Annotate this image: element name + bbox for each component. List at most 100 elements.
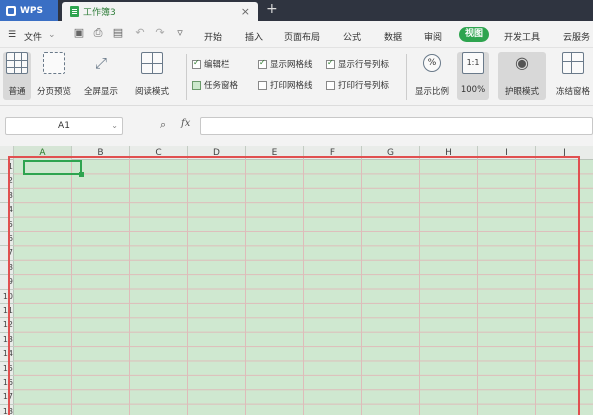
column-header-d[interactable]: D [188,146,246,160]
wps-logo-icon [6,5,16,16]
customize-dropdown-icon[interactable]: ▿ [174,27,186,39]
name-box[interactable]: A1 ⌄ [5,117,123,135]
freeze-panes-button[interactable]: 冻结窗格 [553,52,593,100]
document-tab[interactable]: 工作簿3 × [62,2,258,21]
row-header-10[interactable]: 10 [0,290,14,304]
column-header-e[interactable]: E [246,146,304,160]
ribbon-divider [186,54,187,100]
title-bar: WPS 工作簿3 × + [0,0,593,21]
task-pane-label: 任务窗格 [204,81,239,91]
print-gridlines-checkbox[interactable]: 打印网格线 [258,79,313,91]
tab-view[interactable]: 视图 [459,27,489,42]
ribbon-divider [406,54,407,100]
row-header-1[interactable]: 1 [0,160,14,175]
normal-view-icon [6,52,28,74]
checkbox-checked-icon [326,58,335,69]
column-headers: ABCDEFGHIJ [0,146,593,160]
show-gridlines-label: 显示网格线 [270,60,313,70]
file-menu[interactable]: 文件 [24,30,42,43]
formula-bar-label: 编辑栏 [204,60,230,70]
column-header-c[interactable]: C [130,146,188,160]
print-headings-checkbox[interactable]: 打印行号列标 [326,79,389,91]
view-ribbon: 普通 分页预览 ⤢ 全屏显示 阅读模式 编辑栏 任务窗格 显示网格线 打印网格线… [0,48,593,106]
wps-app-label: WPS [20,5,44,16]
page-break-preview-icon [43,52,65,74]
undo-icon[interactable]: ↶ [134,27,146,39]
row-header-18[interactable]: 18 [0,405,14,415]
row-header-3[interactable]: 3 [0,189,14,204]
row-headers: 1 2 3 4 5 6 7 8 9 10 11 12 13 14 15 16 17 18 [0,160,14,415]
full-screen-button[interactable]: ⤢ 全屏显示 [81,52,121,100]
column-header-b[interactable]: B [72,146,130,160]
redo-icon[interactable]: ↷ [154,27,166,39]
page-break-preview-label: 分页预览 [36,87,71,97]
eye-protection-button[interactable]: ◉ 护眼模式 [498,52,546,100]
zoom-search-icon[interactable]: ⌕ [160,118,166,132]
wps-home-tab[interactable]: WPS [0,0,58,21]
row-header-12[interactable]: 12 [0,318,14,333]
zoom-ratio-button[interactable]: % 显示比例 [410,52,454,100]
show-gridlines-checkbox[interactable]: 显示网格线 [258,58,313,70]
print-gridlines-label: 打印网格线 [270,81,313,91]
page-break-preview-button[interactable]: 分页预览 [35,52,73,100]
checkbox-unchecked-icon [326,80,335,90]
row-header-17[interactable]: 17 [0,390,14,405]
row-header-9[interactable]: 9 [0,275,14,290]
normal-view-button[interactable]: 普通 [3,52,31,100]
row-header-13[interactable]: 13 [0,333,14,348]
insert-function-icon[interactable]: fx [181,118,190,129]
tab-insert[interactable]: 插入 [245,30,263,43]
tab-formulas[interactable]: 公式 [343,30,361,43]
row-header-2[interactable]: 2 [0,174,14,189]
checkbox-checked-icon [192,58,201,69]
print-headings-label: 打印行号列标 [338,81,390,91]
new-tab-button[interactable]: + [266,1,278,17]
row-header-15[interactable]: 15 [0,362,14,376]
eye-icon: ◉ [515,53,529,72]
column-header-h[interactable]: H [420,146,478,160]
tab-developer[interactable]: 开发工具 [504,30,540,43]
tab-cloud-service[interactable]: 云服务 [563,30,590,43]
checkbox-checked-icon [258,58,267,69]
formula-bar-checkbox[interactable]: 编辑栏 [192,58,230,70]
row-header-7[interactable]: 7 [0,246,14,261]
name-box-dropdown-icon[interactable]: ⌄ [111,118,118,134]
spreadsheet-grid[interactable]: ABCDEFGHIJ 1 2 3 4 5 6 7 8 9 10 11 12 13 14 15 16 17 18 [0,146,593,415]
print-preview-icon[interactable]: ▤ [112,27,124,39]
column-header-j[interactable]: J [536,146,593,160]
tab-page-layout[interactable]: 页面布局 [284,30,320,43]
column-header-g[interactable]: G [362,146,420,160]
select-all-corner[interactable] [0,146,14,160]
column-header-i[interactable]: I [478,146,536,160]
document-tab-label: 工作簿3 [83,8,116,18]
file-dropdown-icon[interactable]: ⌄ [48,30,56,40]
freeze-panes-label: 冻结窗格 [555,87,590,97]
tab-review[interactable]: 审阅 [424,30,442,43]
row-header-14[interactable]: 14 [0,347,14,362]
row-header-16[interactable]: 16 [0,376,14,391]
row-header-8[interactable]: 8 [0,261,14,276]
tab-data[interactable]: 数据 [384,30,402,43]
close-tab-icon[interactable]: × [241,5,250,18]
tab-home[interactable]: 开始 [204,30,222,43]
row-header-4[interactable]: 4 [0,203,14,218]
active-cell[interactable] [23,160,84,177]
column-header-a[interactable]: A [14,146,72,160]
zoom-magnifier-icon: % [423,54,441,72]
print-icon[interactable]: ⎙ [92,27,104,39]
eye-protection-label: 护眼模式 [504,87,539,97]
show-headings-checkbox[interactable]: 显示行号列标 [326,58,389,70]
name-box-value: A1 [58,121,70,131]
reading-mode-button[interactable]: 阅读模式 [128,52,176,100]
row-header-11[interactable]: 11 [0,304,14,319]
zoom-100-button[interactable]: 1:1 100% [457,52,489,100]
cell-grid[interactable] [14,160,593,415]
column-header-f[interactable]: F [304,146,362,160]
row-header-6[interactable]: 6 [0,232,14,247]
formula-input[interactable] [200,117,593,135]
spreadsheet-file-icon [70,6,79,17]
save-icon[interactable]: ▣ [73,27,85,39]
hamburger-menu-icon[interactable]: ☰ [8,30,16,40]
row-header-5[interactable]: 5 [0,218,14,232]
task-pane-checkbox[interactable]: 任务窗格 [192,79,238,91]
